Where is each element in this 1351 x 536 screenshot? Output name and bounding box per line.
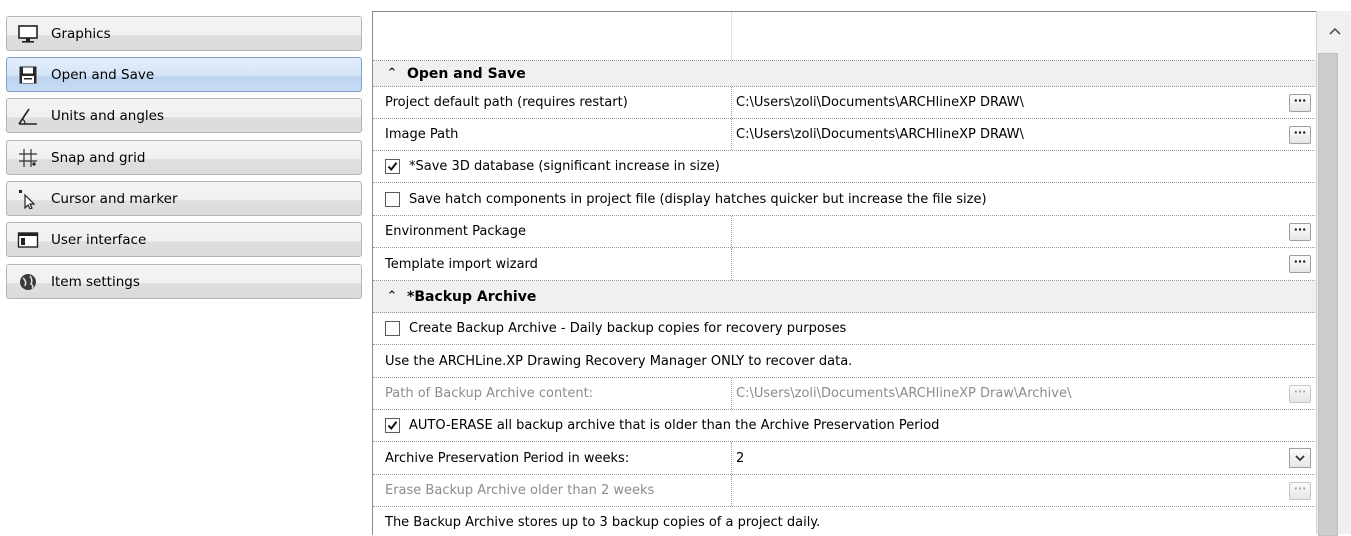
image-path-value[interactable]: C:\Users\zoli\Documents\ARCHlineXP DRAW\…	[731, 119, 1317, 150]
sidebar-item-label: Cursor and marker	[51, 190, 178, 207]
sidebar-item-user-interface[interactable]: User interface	[6, 222, 362, 257]
save-hatch-components-checkbox[interactable]	[385, 191, 400, 207]
chevron-down-icon[interactable]	[1289, 448, 1311, 468]
monitor-icon	[15, 23, 41, 45]
property-label: Path of Backup Archive content:	[385, 386, 594, 401]
property-label: Archive Preservation Period in weeks:	[385, 450, 630, 466]
section-title: Open and Save	[407, 65, 526, 82]
scroll-up-button[interactable]	[1317, 11, 1351, 51]
create-backup-archive-row: Create Backup Archive - Daily backup cop…	[373, 313, 1317, 345]
grid-header-row	[373, 12, 1317, 61]
stores-note-row: The Backup Archive stores up to 3 backup…	[373, 507, 1317, 535]
header-value-cell	[731, 12, 1317, 60]
sidebar-item-item-settings[interactable]: Item settings	[6, 264, 362, 299]
recovery-note-row: Use the ARCHLine.XP Drawing Recovery Man…	[373, 345, 1317, 378]
window-icon	[15, 229, 41, 251]
section-open-and-save[interactable]: ⌃ Open and Save	[373, 61, 1317, 87]
sidebar-item-label: Units and angles	[51, 107, 164, 124]
collapse-icon[interactable]: ⌃	[385, 66, 399, 81]
archive-path-row: Path of Backup Archive content: C:\Users…	[373, 378, 1317, 410]
sidebar-item-units-and-angles[interactable]: Units and angles	[6, 98, 362, 133]
options-sidebar: Graphics Open and Save Units and angles …	[0, 0, 371, 534]
preservation-period-row: Archive Preservation Period in weeks: 2	[373, 442, 1317, 475]
sidebar-item-cursor-and-marker[interactable]: Cursor and marker	[6, 181, 362, 216]
section-title: *Backup Archive	[407, 288, 537, 305]
browse-button: ···	[1289, 384, 1311, 403]
property-label: Template import wizard	[385, 256, 538, 272]
path-value: C:\Users\zoli\Documents\ARCHlineXP DRAW\	[736, 95, 1024, 110]
auto-erase-row: AUTO-ERASE all backup archive that is ol…	[373, 410, 1317, 442]
archive-path-value: C:\Users\zoli\Documents\ARCHlineXP Draw\…	[731, 378, 1317, 409]
sidebar-item-label: Item settings	[51, 273, 140, 290]
browse-button: ···	[1289, 481, 1311, 500]
save-hatch-components-row: Save hatch components in project file (d…	[373, 183, 1317, 216]
project-default-path-value[interactable]: C:\Users\zoli\Documents\ARCHlineXP DRAW\…	[731, 87, 1317, 118]
checkbox-label: Save hatch components in project file (d…	[409, 191, 987, 207]
sidebar-item-open-and-save[interactable]: Open and Save	[6, 57, 362, 92]
chevron-up-icon	[1328, 27, 1341, 35]
globe-gear-icon	[15, 271, 41, 293]
checkbox-label: Create Backup Archive - Daily backup cop…	[409, 321, 847, 336]
grid-icon	[15, 147, 41, 169]
cursor-icon	[15, 188, 41, 210]
browse-button[interactable]: ···	[1289, 93, 1311, 112]
property-label: Image Path	[385, 127, 459, 142]
path-value: C:\Users\zoli\Documents\ARCHlineXP DRAW\	[736, 127, 1024, 142]
scrollbar-thumb[interactable]	[1318, 53, 1338, 536]
checkbox-label: *Save 3D database (significant increase …	[409, 159, 720, 174]
image-path-row: Image Path C:\Users\zoli\Documents\ARCHl…	[373, 119, 1317, 151]
environment-package-row: Environment Package ···	[373, 216, 1317, 248]
template-import-wizard-row: Template import wizard ···	[373, 248, 1317, 281]
save-3d-database-row: *Save 3D database (significant increase …	[373, 151, 1317, 183]
sidebar-item-label: Snap and grid	[51, 149, 146, 166]
checkbox-label: AUTO-ERASE all backup archive that is ol…	[409, 418, 940, 433]
angle-icon	[15, 105, 41, 127]
erase-older-row: Erase Backup Archive older than 2 weeks …	[373, 475, 1317, 507]
erase-older-value: ···	[731, 475, 1317, 506]
template-import-wizard-value[interactable]: ···	[731, 248, 1317, 280]
create-backup-archive-checkbox[interactable]	[385, 321, 400, 336]
dropdown-value: 2	[736, 450, 745, 466]
sidebar-item-label: User interface	[51, 231, 147, 248]
environment-package-value[interactable]: ···	[731, 216, 1317, 247]
sidebar-item-snap-and-grid[interactable]: Snap and grid	[6, 140, 362, 175]
recovery-note: Use the ARCHLine.XP Drawing Recovery Man…	[385, 353, 853, 369]
sidebar-item-label: Graphics	[51, 25, 111, 42]
collapse-icon[interactable]: ⌃	[385, 289, 399, 304]
sidebar-item-label: Open and Save	[51, 66, 155, 83]
sidebar-item-graphics[interactable]: Graphics	[6, 16, 362, 51]
floppy-disk-icon	[15, 64, 41, 86]
save-3d-database-checkbox[interactable]	[385, 159, 400, 174]
section-backup-archive[interactable]: ⌃ *Backup Archive	[373, 281, 1317, 313]
stores-note: The Backup Archive stores up to 3 backup…	[385, 515, 821, 530]
auto-erase-checkbox[interactable]	[385, 418, 400, 433]
property-label: Project default path (requires restart)	[385, 95, 628, 110]
preservation-period-dropdown[interactable]: 2	[731, 442, 1317, 474]
browse-button[interactable]: ···	[1289, 222, 1311, 241]
property-grid: ⌃ Open and Save Project default path (req…	[372, 11, 1317, 535]
property-label: Erase Backup Archive older than 2 weeks	[385, 483, 655, 498]
path-value: C:\Users\zoli\Documents\ARCHlineXP Draw\…	[736, 386, 1072, 401]
browse-button[interactable]: ···	[1289, 125, 1311, 144]
property-label: Environment Package	[385, 224, 527, 239]
browse-button[interactable]: ···	[1289, 255, 1311, 273]
vertical-scrollbar[interactable]	[1316, 11, 1351, 536]
project-default-path-row: Project default path (requires restart) …	[373, 87, 1317, 119]
